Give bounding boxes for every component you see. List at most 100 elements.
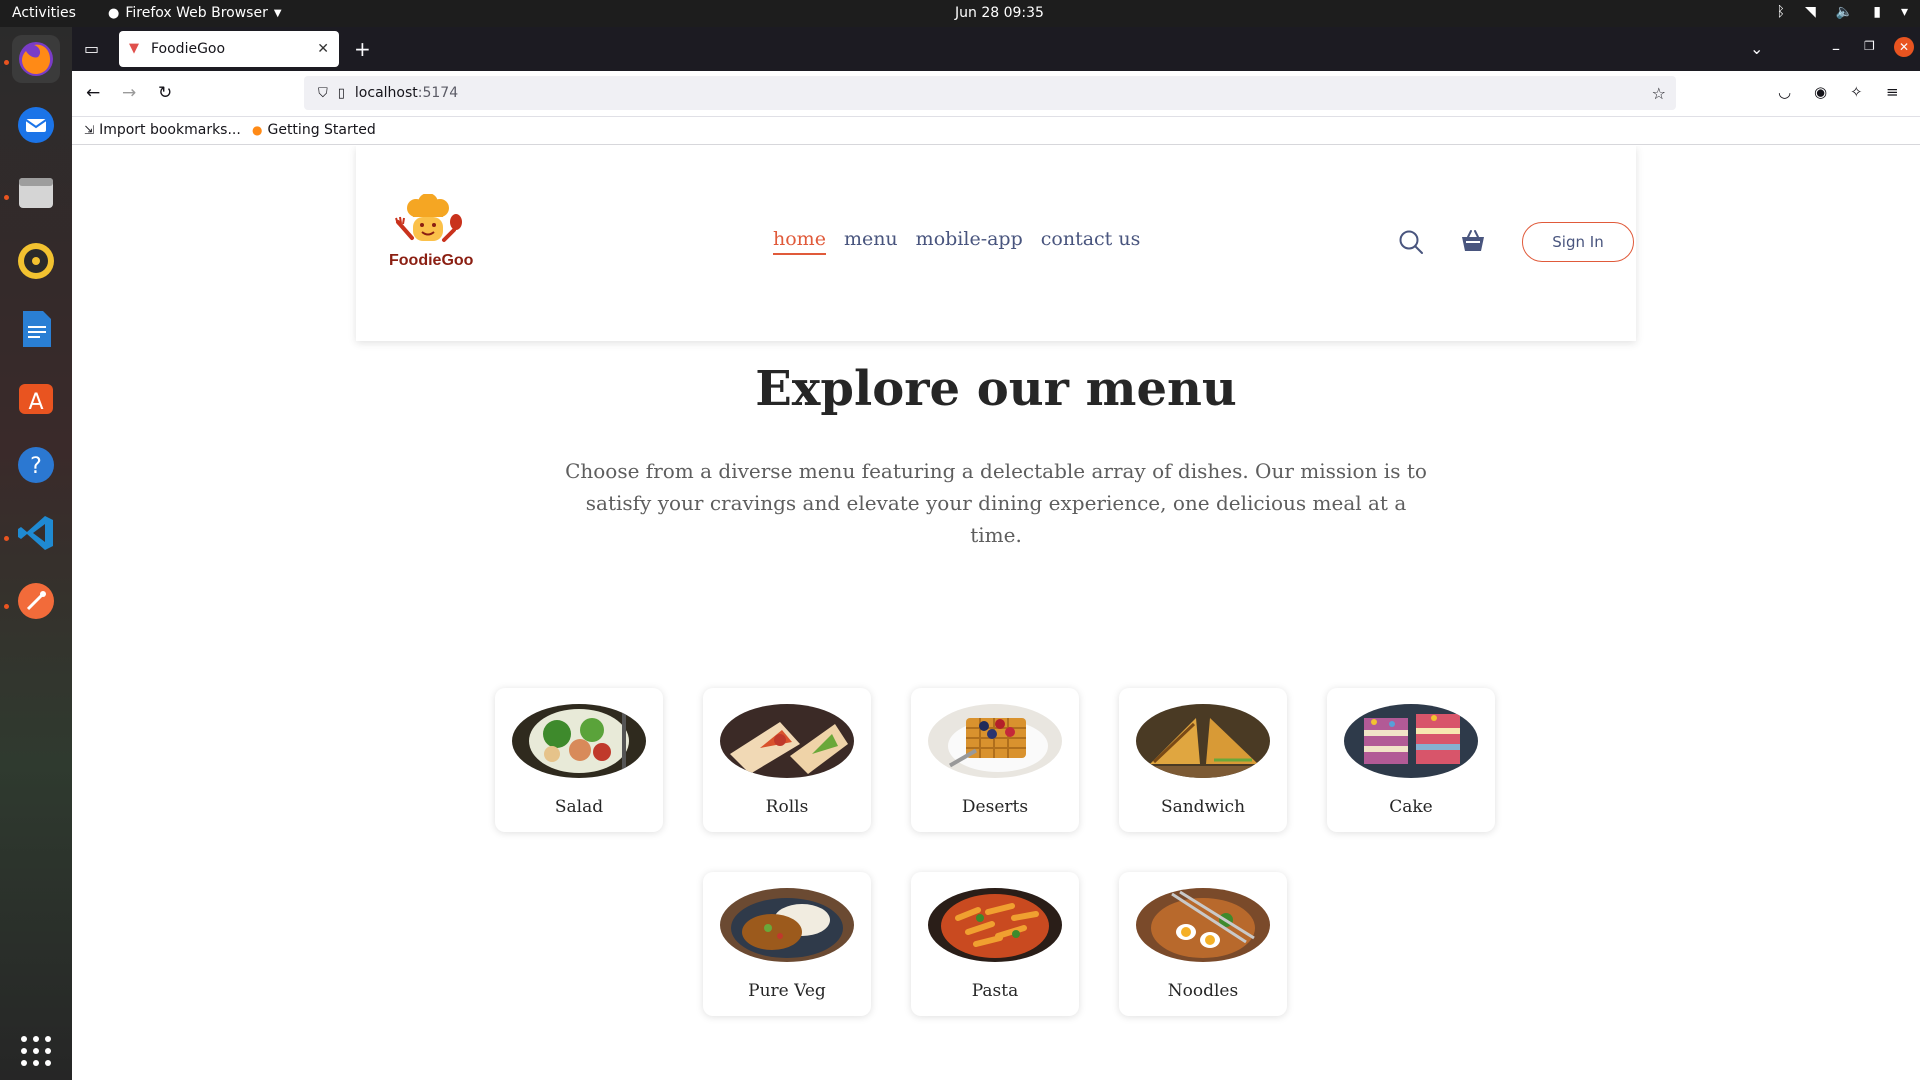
basket-icon[interactable] (1460, 229, 1486, 253)
account-icon[interactable]: ◉ (1814, 83, 1827, 101)
svg-text:A: A (28, 390, 43, 415)
menu-item-label: Salad (554, 797, 604, 817)
app-center-icon[interactable]: A (12, 373, 60, 421)
bookmark-label: Import bookmarks... (99, 122, 241, 138)
menu-item-label: Pasta (971, 981, 1019, 1001)
search-icon[interactable] (1398, 229, 1424, 255)
menu-item-pure-veg[interactable]: Pure Veg (703, 872, 871, 1016)
extensions-icon[interactable]: ✧ (1850, 83, 1863, 101)
menu-item-pasta[interactable]: Pasta (911, 872, 1079, 1016)
running-indicator (4, 536, 9, 541)
navigation-toolbar: ← → ↻ ⛉ ▯ localhost:5174 ☆ ◡ ◉ ✧ ≡ (72, 71, 1920, 117)
bookmark-star-icon[interactable]: ☆ (1652, 84, 1666, 103)
app-menu-label: Firefox Web Browser (125, 5, 268, 21)
firefox-icon: ● (252, 123, 263, 137)
nav-menu[interactable]: menu (844, 228, 898, 255)
bookmark-import[interactable]: ⇲ Import bookmarks... (84, 122, 241, 138)
dock: A ? (0, 27, 72, 1080)
page-title: Explore our menu (755, 361, 1237, 417)
menu-item-label: Rolls (765, 797, 809, 817)
system-tray[interactable]: ᛒ ◥ 🔈 ▮ ▾ (1777, 4, 1908, 20)
sandwich-image (1136, 704, 1270, 778)
running-indicator (4, 195, 9, 200)
brand-logo[interactable]: FoodieGoo (386, 193, 476, 276)
bookmark-getting-started[interactable]: ● Getting Started (252, 122, 376, 138)
power-menu-icon: ▾ (1900, 4, 1908, 20)
svg-text:?: ? (30, 454, 42, 479)
import-icon: ⇲ (84, 123, 95, 137)
tab-title: FoodieGoo (151, 41, 226, 57)
menu-item-sandwich[interactable]: Sandwich (1119, 688, 1287, 832)
nav-contact-us[interactable]: contact us (1041, 228, 1141, 255)
site-header: FoodieGoo home menu mobile-app contact u… (356, 146, 1636, 341)
page-info-icon[interactable]: ▯ (338, 86, 345, 101)
forward-icon[interactable]: → (122, 83, 136, 103)
help-icon[interactable]: ? (12, 441, 60, 489)
clock[interactable]: Jun 28 09:35 (955, 5, 1044, 21)
close-tab-icon[interactable]: ✕ (317, 41, 329, 57)
bookmarks-toolbar: ⇲ Import bookmarks... ● Getting Started (72, 117, 1920, 145)
battery-icon: ▮ (1873, 4, 1881, 20)
list-tabs-icon[interactable]: ⌄ (1750, 39, 1763, 58)
thunderbird-icon[interactable] (12, 101, 60, 149)
chevron-down-icon: ▼ (273, 7, 282, 19)
reload-icon[interactable]: ↻ (158, 83, 172, 103)
rhythmbox-icon[interactable] (12, 237, 60, 285)
tab-overview-icon[interactable]: ▭ (84, 39, 99, 58)
browser-window: ▭ ▼ FoodieGoo ✕ + ⌄ – ❐ ✕ ← → ↻ ⛉ ▯ loca… (72, 27, 1920, 1080)
url-bar[interactable]: ⛉ ▯ localhost:5174 ☆ (304, 76, 1676, 110)
nav-home[interactable]: home (773, 228, 826, 255)
firefox-icon: ● (108, 5, 120, 21)
restore-icon[interactable]: ❐ (1864, 39, 1875, 53)
url-port: :5174 (417, 85, 459, 101)
menu-description: Choose from a diverse menu featuring a d… (565, 459, 1427, 547)
cake-image (1344, 704, 1478, 778)
menu-item-label: Cake (1389, 797, 1433, 817)
show-apps-icon[interactable] (12, 1027, 60, 1075)
app-menu[interactable]: ● Firefox Web Browser ▼ (108, 5, 282, 21)
menu-item-label: Deserts (961, 797, 1029, 817)
chef-mascot-icon (395, 193, 462, 242)
files-icon[interactable] (12, 169, 60, 217)
vite-favicon-icon: ▼ (129, 41, 139, 56)
pure-veg-image (720, 888, 854, 962)
sign-in-button[interactable]: Sign In (1522, 222, 1634, 262)
writer-icon[interactable] (12, 305, 60, 353)
postman-icon[interactable] (12, 577, 60, 625)
rolls-image (720, 704, 854, 778)
system-top-bar: Activities ● Firefox Web Browser ▼ Jun 2… (0, 0, 1920, 27)
minimize-icon[interactable]: – (1832, 39, 1840, 58)
back-icon[interactable]: ← (86, 83, 100, 103)
activities-button[interactable]: Activities (12, 5, 76, 21)
noodles-image (1136, 888, 1270, 962)
bookmark-label: Getting Started (267, 122, 376, 138)
volume-icon: 🔈 (1835, 4, 1854, 20)
vscode-icon[interactable] (12, 509, 60, 557)
nav-mobile-app[interactable]: mobile-app (916, 228, 1023, 255)
pasta-image (928, 888, 1062, 962)
brand-name: FoodieGoo (389, 252, 474, 269)
running-indicator (4, 60, 9, 65)
new-tab-icon[interactable]: + (354, 37, 371, 61)
app-menu-icon[interactable]: ≡ (1886, 83, 1899, 101)
menu-item-label: Sandwich (1160, 797, 1246, 817)
running-indicator (4, 604, 9, 609)
menu-item-salad[interactable]: Salad (495, 688, 663, 832)
menu-item-label: Noodles (1167, 981, 1239, 1001)
firefox-icon[interactable] (12, 35, 60, 83)
menu-item-noodles[interactable]: Noodles (1119, 872, 1287, 1016)
main-nav: home menu mobile-app contact us (773, 228, 1140, 255)
pocket-icon[interactable]: ◡ (1778, 83, 1791, 101)
menu-item-rolls[interactable]: Rolls (703, 688, 871, 832)
wifi-icon: ◥ (1805, 4, 1816, 20)
menu-item-deserts[interactable]: Deserts (911, 688, 1079, 832)
salad-image (512, 704, 646, 778)
menu-item-label: Pure Veg (748, 981, 826, 1001)
menu-item-cake[interactable]: Cake (1327, 688, 1495, 832)
shield-icon[interactable]: ⛉ (318, 86, 328, 101)
close-window-icon[interactable]: ✕ (1894, 37, 1914, 57)
tab-strip: ▭ ▼ FoodieGoo ✕ + ⌄ – ❐ ✕ (72, 27, 1920, 71)
deserts-image (928, 704, 1062, 778)
tab-foodiegoo[interactable]: ▼ FoodieGoo ✕ (119, 31, 339, 67)
page-content: FoodieGoo home menu mobile-app contact u… (72, 146, 1920, 1080)
